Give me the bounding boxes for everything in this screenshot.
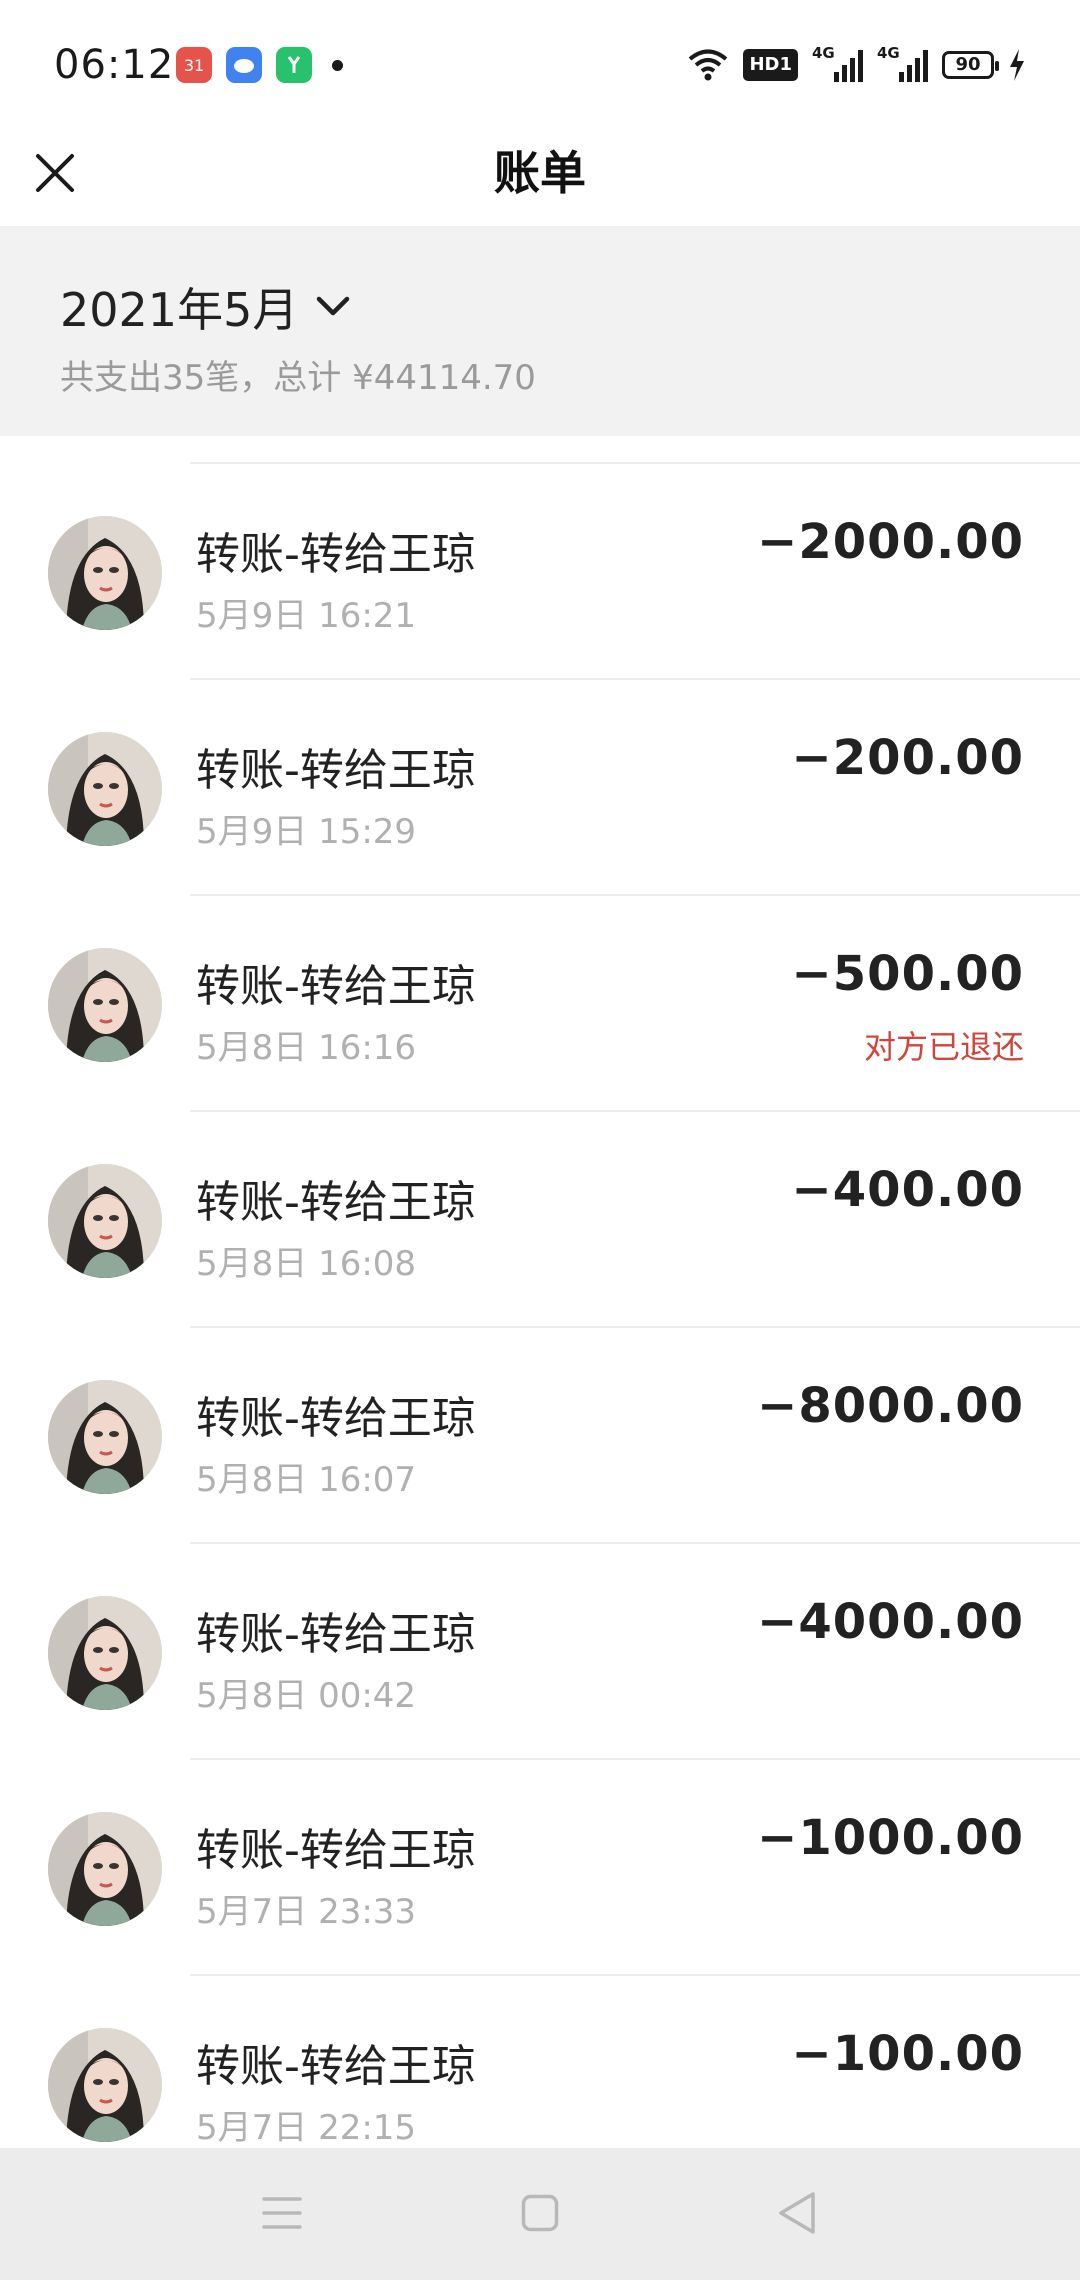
signal-icon-2: 4G — [877, 44, 928, 82]
back-triangle-icon — [779, 2192, 815, 2234]
avatar — [48, 732, 162, 846]
status-indicators: HD1 4G 4G 90 — [687, 42, 1026, 88]
transaction-time: 5月8日 16:07 — [196, 1460, 417, 1500]
transaction-time: 5月9日 15:29 — [196, 812, 417, 852]
transaction-title: 转账-转给王琼 — [196, 1177, 476, 1228]
avatar — [48, 516, 162, 630]
transaction-amount: −4000.00 — [757, 1594, 1024, 1650]
signal-icon: 4G — [812, 44, 863, 82]
avatar — [48, 1380, 162, 1494]
system-nav-bar — [0, 2148, 1080, 2280]
transaction-amount: −200.00 — [791, 730, 1024, 786]
transaction-title: 转账-转给王琼 — [196, 1393, 476, 1444]
month-summary: 2021年5月 共支出35笔，总计 ¥44114.70 — [0, 226, 1080, 436]
menu-nav-button[interactable] — [247, 2178, 317, 2248]
transaction-title: 转账-转给王琼 — [196, 745, 476, 796]
calendar-app-icon: 31 — [176, 47, 212, 83]
menu-icon — [262, 2197, 302, 2229]
avatar — [48, 2028, 162, 2142]
transaction-time: 5月8日 16:08 — [196, 1244, 417, 1284]
spending-summary: 共支出35笔，总计 ¥44114.70 — [60, 358, 536, 398]
avatar — [48, 1164, 162, 1278]
transaction-title: 转账-转给王琼 — [196, 1825, 476, 1876]
refund-status: 对方已退还 — [863, 1028, 1024, 1066]
home-square-icon — [521, 2194, 559, 2232]
transaction-amount: −500.00 — [791, 946, 1024, 1002]
status-app-icons: 31 — [176, 47, 343, 83]
transaction-amount: −8000.00 — [757, 1378, 1024, 1434]
page-header: 账单 — [0, 132, 1080, 226]
status-bar: 06:12 31 HD1 4G 4G 90 — [0, 0, 1080, 132]
transaction-amount: −400.00 — [791, 1162, 1024, 1218]
transaction-title: 转账-转给王琼 — [196, 1609, 476, 1660]
page-title: 账单 — [494, 146, 586, 200]
battery-icon: 90 — [942, 51, 999, 79]
month-selector[interactable]: 2021年5月 — [60, 274, 350, 340]
avatar — [48, 948, 162, 1062]
avatar — [48, 1812, 162, 1926]
transaction-title: 转账-转给王琼 — [196, 961, 476, 1012]
transaction-row[interactable]: 转账-转给王琼 5月8日 16:16 −500.00 对方已退还 — [0, 896, 1080, 1112]
transaction-time: 5月9日 16:21 — [196, 596, 417, 636]
transaction-time: 5月7日 23:33 — [196, 1892, 417, 1932]
wechat-app-icon — [276, 47, 312, 83]
transaction-row[interactable]: 转账-转给王琼 5月8日 16:07 −8000.00 — [0, 1328, 1080, 1544]
transaction-amount: −2000.00 — [757, 514, 1024, 570]
charging-icon — [1010, 49, 1024, 81]
transaction-title: 转账-转给王琼 — [196, 2041, 476, 2092]
transaction-row[interactable]: 转账-转给王琼 5月9日 15:29 −200.00 — [0, 680, 1080, 896]
wifi-icon — [689, 49, 728, 81]
close-button[interactable] — [24, 142, 86, 204]
transaction-row[interactable]: 转账-转给王琼 5月8日 16:08 −400.00 — [0, 1112, 1080, 1328]
cloud-app-icon — [226, 47, 262, 83]
transaction-title: 转账-转给王琼 — [196, 529, 476, 580]
home-nav-button[interactable] — [505, 2178, 575, 2248]
status-time: 06:12 — [54, 42, 175, 88]
back-nav-button[interactable] — [762, 2178, 832, 2248]
transaction-amount: −1000.00 — [757, 1810, 1024, 1866]
transaction-row[interactable]: 转账-转给王琼 5月9日 16:21 −2000.00 — [0, 464, 1080, 680]
transaction-amount: −100.00 — [791, 2026, 1024, 2082]
transaction-time: 5月7日 22:15 — [196, 2108, 417, 2148]
transaction-time: 5月8日 16:16 — [196, 1028, 417, 1068]
transaction-row[interactable]: 转账-转给王琼 5月8日 00:42 −4000.00 — [0, 1544, 1080, 1760]
hd-badge: HD1 — [743, 49, 798, 81]
close-icon — [36, 154, 74, 192]
notification-dot — [332, 59, 343, 71]
month-label: 2021年5月 — [60, 283, 299, 337]
transaction-row[interactable]: 转账-转给王琼 5月7日 23:33 −1000.00 — [0, 1760, 1080, 1976]
transaction-time: 5月8日 00:42 — [196, 1676, 417, 1716]
avatar — [48, 1596, 162, 1710]
chevron-down-icon — [317, 296, 350, 316]
